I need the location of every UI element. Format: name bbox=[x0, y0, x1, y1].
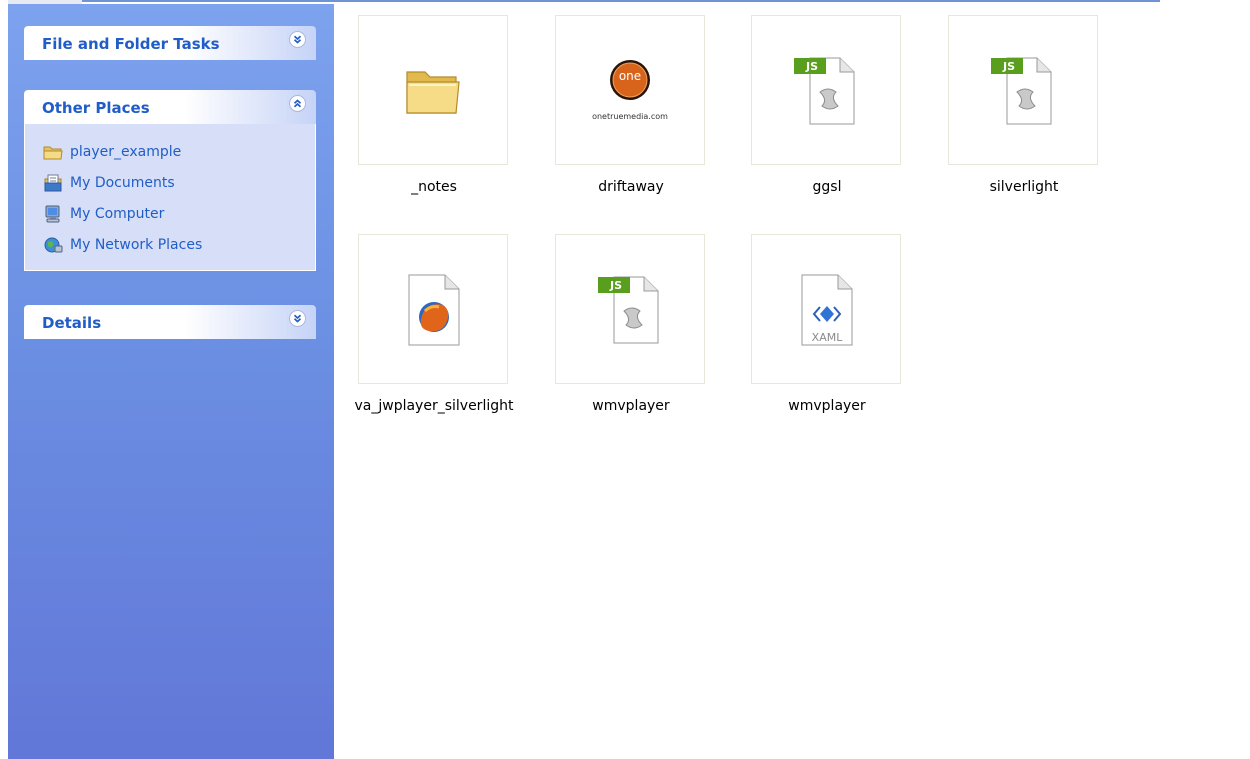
panel-title: File and Folder Tasks bbox=[42, 35, 220, 53]
panel-details: Details bbox=[24, 305, 316, 339]
place-player-example[interactable]: player_example bbox=[25, 136, 315, 167]
file-thumbnail bbox=[358, 15, 508, 165]
js-badge: JS bbox=[805, 60, 818, 73]
place-label: My Computer bbox=[70, 205, 165, 222]
panel-header-file-folder-tasks[interactable]: File and Folder Tasks bbox=[24, 26, 316, 60]
file-thumbnail: one onetruemedia.com bbox=[555, 15, 705, 165]
file-name: silverlight bbox=[989, 179, 1059, 195]
folder-icon bbox=[406, 71, 460, 114]
file-thumbnail: JS bbox=[948, 15, 1098, 165]
network-places-icon bbox=[44, 237, 63, 252]
file-name: _notes bbox=[411, 179, 457, 195]
panel-body-other-places: player_example My Documents My Computer … bbox=[24, 124, 316, 271]
file-view: _notes one onetruemedia.com driftaway JS… bbox=[334, 4, 1250, 759]
file-name: ggsl bbox=[812, 179, 842, 195]
file-thumbnail: XAML bbox=[751, 234, 901, 384]
double-chevron-up-icon[interactable] bbox=[289, 95, 306, 112]
my-computer-icon bbox=[45, 205, 60, 222]
double-chevron-down-icon[interactable] bbox=[289, 310, 306, 327]
place-label: My Network Places bbox=[70, 236, 203, 253]
firefox-html-icon bbox=[408, 274, 460, 346]
panel-other-places: Other Places player_example My Documents… bbox=[24, 90, 316, 271]
file-item[interactable]: JS wmvplayer bbox=[531, 234, 711, 434]
place-my-computer[interactable]: My Computer bbox=[25, 198, 315, 229]
place-my-network-places[interactable]: My Network Places bbox=[25, 229, 315, 260]
double-chevron-down-icon[interactable] bbox=[289, 31, 306, 48]
file-name: wmvplayer bbox=[788, 398, 866, 414]
file-item[interactable]: _notes bbox=[334, 15, 514, 215]
place-label: My Documents bbox=[70, 174, 175, 191]
top-edge-line bbox=[82, 0, 1160, 2]
place-my-documents[interactable]: My Documents bbox=[25, 167, 315, 198]
xaml-badge: XAML bbox=[811, 331, 843, 344]
folder-icon bbox=[43, 146, 63, 159]
file-name: wmvplayer bbox=[592, 398, 670, 414]
task-pane: File and Folder Tasks Other Places playe… bbox=[8, 4, 334, 759]
my-documents-icon bbox=[44, 174, 62, 191]
file-thumbnail bbox=[358, 234, 508, 384]
panel-file-folder-tasks: File and Folder Tasks bbox=[24, 26, 316, 60]
file-thumbnail: JS bbox=[555, 234, 705, 384]
js-badge: JS bbox=[609, 279, 622, 292]
panel-header-details[interactable]: Details bbox=[24, 305, 316, 339]
file-item[interactable]: va_jwplayer_silverlight bbox=[334, 234, 514, 434]
js-badge: JS bbox=[1002, 60, 1015, 73]
file-name: va_jwplayer_silverlight bbox=[354, 398, 514, 414]
logo-caption: onetruemedia.com bbox=[592, 112, 668, 121]
file-item[interactable]: one onetruemedia.com driftaway bbox=[531, 15, 711, 215]
panel-title: Other Places bbox=[42, 99, 150, 117]
file-item[interactable]: XAML wmvplayer bbox=[727, 234, 907, 434]
panel-title: Details bbox=[42, 314, 102, 332]
panel-header-other-places[interactable]: Other Places bbox=[24, 90, 316, 124]
place-label: player_example bbox=[70, 143, 182, 160]
file-thumbnail: JS bbox=[751, 15, 901, 165]
file-item[interactable]: JS silverlight bbox=[924, 15, 1104, 215]
file-name: driftaway bbox=[598, 179, 664, 195]
logo-badge-text: one bbox=[618, 69, 642, 83]
file-item[interactable]: JS ggsl bbox=[727, 15, 907, 215]
